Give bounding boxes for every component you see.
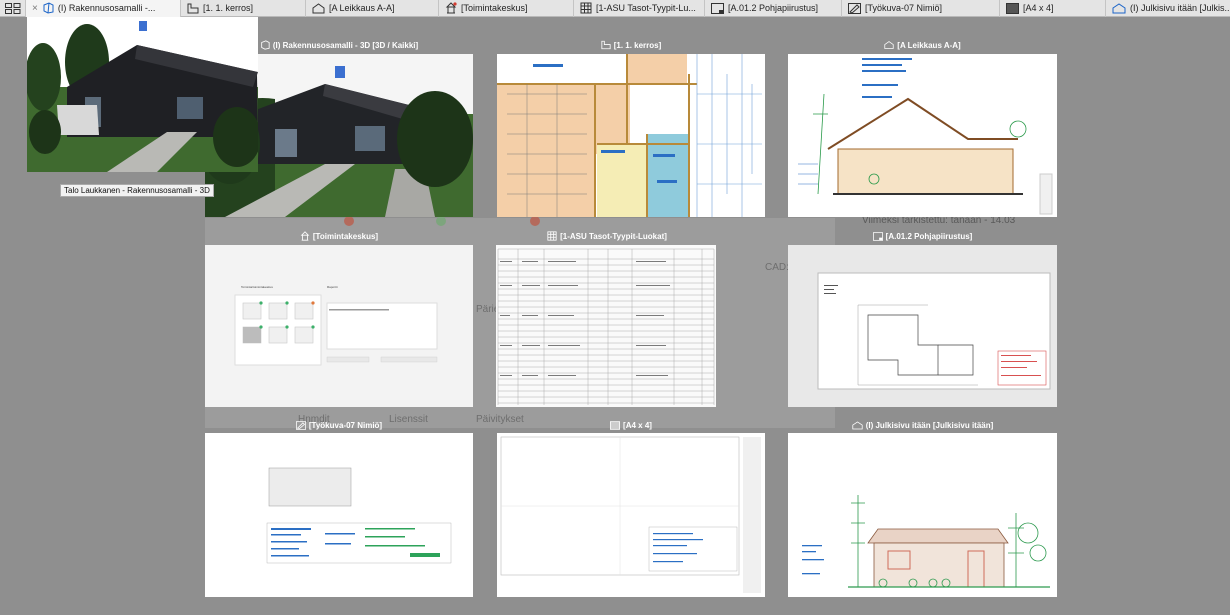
tab-a4x4[interactable]: [A4 x 4] [1000,0,1106,17]
thumbnail-title: [A4 x 4] [497,418,765,432]
tab-label: (I) Julkisivu itään [Julkis... [1130,3,1230,13]
thumbnail-floor-plan[interactable]: [1. 1. kerros] [497,38,765,218]
hover-preview-image [27,17,258,172]
tab-3d-model[interactable]: × (I) Rakennusosamalli -... [26,0,181,17]
schedule-icon [547,231,557,241]
layout-icon [872,231,883,241]
elevation-drawing [802,495,1050,588]
floor-plan-icon [601,40,611,50]
tab-label: [A Leikkaus A-A] [329,3,395,13]
tab-bar: × (I) Rakennusosamalli -... [1. 1. kerro… [0,0,1230,17]
close-icon[interactable]: × [32,3,38,14]
layout-icon [610,420,621,430]
action-center-icon [300,231,310,241]
hover-preview [27,17,258,172]
tab-schedule[interactable]: [1-ASU Tasot-Tyypit-Lu... [574,0,705,17]
layout-drawing [817,272,1051,390]
thumbnail-layout-a012[interactable]: [A.01.2 Pohjapiirustus] [788,229,1057,407]
tab-label: [1. 1. kerros] [203,3,254,13]
thumbnail-a4x4[interactable]: [A4 x 4] [497,418,765,597]
schedule-table [497,248,715,405]
tab-action-center[interactable]: [Toimintakeskus] [439,0,574,17]
thumbnail-image [496,245,716,407]
title-block-drawing [266,467,452,564]
3d-model-icon [43,2,54,14]
floor-plan-icon [187,3,199,13]
thumbnail-image [788,54,1057,217]
thumbnail-action-center[interactable]: [Toimintakeskus] Toiminta/toimintakeskus… [205,229,473,407]
drawing-icon [295,420,306,430]
tab-label: [1-ASU Tasot-Tyypit-Lu... [596,3,696,13]
drawing-icon [848,2,861,14]
thumbnail-title: [A Leikkaus A-A] [788,38,1057,52]
thumbnail-title: [Työkuva-07 Nimiö] [205,418,473,432]
thumbnail-section[interactable]: [A Leikkaus A-A] [788,38,1057,218]
action-center-icon [445,2,457,14]
a4-layout-drawing [500,436,761,593]
action-center-window [234,294,438,366]
elevation-icon [852,420,863,429]
tab-label: [A4 x 4] [1023,3,1054,13]
thumbnail-title: (I) Julkisivu itään [Julkisivu itään] [788,418,1057,432]
hover-caption: Talo Laukkanen - Rakennusosamalli - 3D [60,184,214,197]
layout-icon [711,2,724,14]
tab-drawing[interactable]: [Työkuva-07 Nimiö] [842,0,1000,17]
thumbnail-title: [Toimintakeskus] [205,229,473,243]
elevation-icon [1112,2,1126,13]
layout-icon [1006,2,1019,14]
tab-label: [Työkuva-07 Nimiö] [865,3,943,13]
thumbnail-image: Toiminta/toimintakeskus Raportti [205,245,473,407]
thumbnail-drawing[interactable]: [Työkuva-07 Nimiö] [205,418,473,597]
section-icon [312,2,325,13]
tab-label: [A.01.2 Pohjapiirustus] [728,3,819,13]
thumbnail-title: [A.01.2 Pohjapiirustus] [788,229,1057,243]
thumbnail-image [788,433,1057,597]
thumbnail-title: [1. 1. kerros] [497,38,765,52]
tab-overview-button[interactable] [0,0,26,17]
tab-label: [Toimintakeskus] [461,3,528,13]
thumbnail-schedule[interactable]: [1-ASU Tasot-Tyypit-Luokat] [472,229,742,407]
section-icon [884,41,894,49]
tab-section[interactable]: [A Leikkaus A-A] [306,0,439,17]
tab-floor-plan[interactable]: [1. 1. kerros] [181,0,306,17]
grid-icon [4,2,20,14]
thumbnail-image [788,245,1057,407]
thumbnail-image [205,433,473,597]
3d-model-icon [261,40,270,50]
section-drawing [798,58,1053,215]
thumbnail-image [497,54,765,217]
tab-layout-a012[interactable]: [A.01.2 Pohjapiirustus] [705,0,842,17]
thumbnail-title: [1-ASU Tasot-Tyypit-Luokat] [472,229,742,243]
thumbnail-elevation[interactable]: (I) Julkisivu itään [Julkisivu itään] [788,418,1057,597]
floor-plan-drawing [497,54,762,217]
tab-label: (I) Rakennusosamalli -... [57,3,156,13]
tab-elevation[interactable]: (I) Julkisivu itään [Julkis... [1106,0,1230,17]
schedule-icon [580,2,592,14]
thumbnail-image [497,433,765,597]
